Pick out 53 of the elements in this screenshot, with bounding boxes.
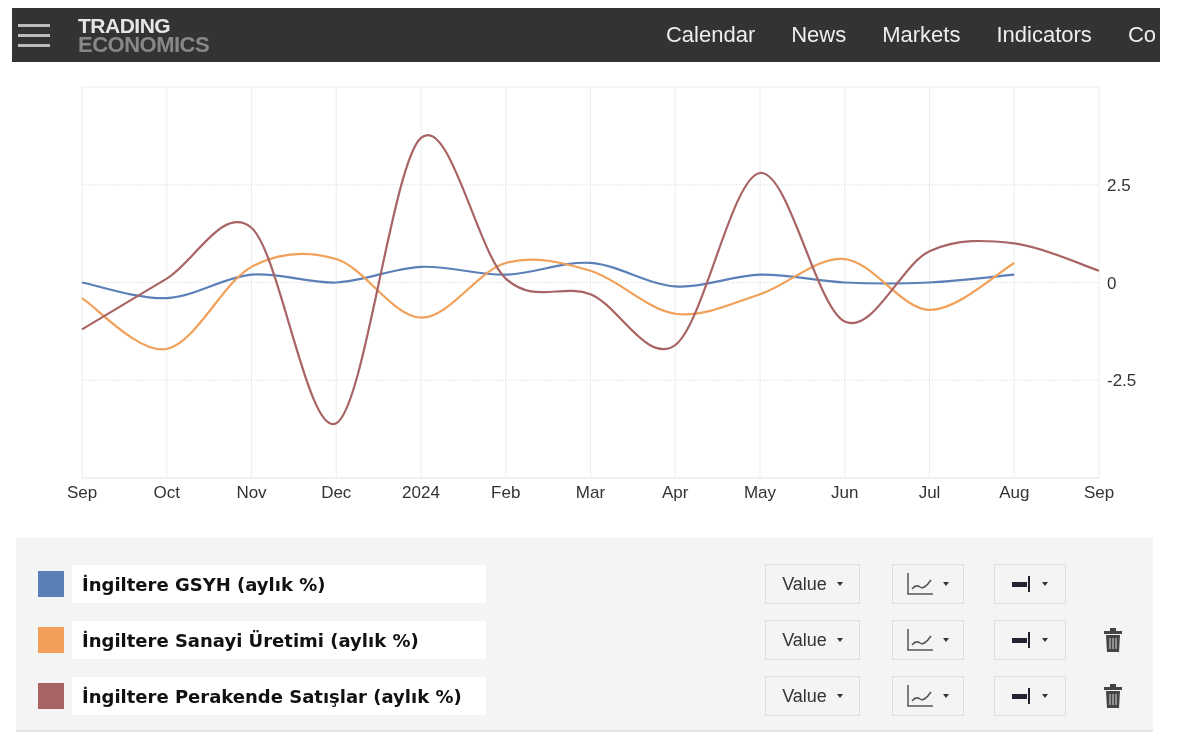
x-axis-label: Dec: [321, 483, 352, 502]
caret-icon: [1042, 638, 1048, 642]
x-axis-label: Nov: [236, 483, 267, 502]
logo-text[interactable]: TRADING: [78, 16, 210, 35]
caret-icon: [943, 638, 949, 642]
axis-side-icon: [1012, 688, 1032, 704]
axis-dropdown[interactable]: [994, 676, 1066, 716]
series-label: İngiltere Sanayi Üretimi (aylık %): [72, 621, 486, 659]
axis-side-icon: [1012, 576, 1032, 592]
x-axis-label: Jul: [918, 483, 941, 502]
nav-link[interactable]: Indicators: [996, 22, 1092, 48]
x-axis-label: Feb: [491, 483, 521, 502]
chart-type-dropdown[interactable]: [892, 564, 964, 604]
y-axis-label: 2.5: [1107, 175, 1131, 195]
value-dropdown[interactable]: Value: [765, 676, 860, 716]
caret-icon: [836, 582, 843, 586]
caret-icon: [943, 582, 949, 586]
x-axis-label: May: [743, 483, 777, 502]
menu-icon[interactable]: [18, 22, 50, 48]
line-chart-icon: [907, 573, 933, 595]
trash-icon[interactable]: [1104, 684, 1122, 708]
nav-link[interactable]: Markets: [882, 22, 961, 48]
caret-icon: [836, 638, 843, 642]
nav-link[interactable]: Co: [1127, 22, 1156, 48]
axis-dropdown[interactable]: [994, 620, 1066, 660]
x-axis-label: Mar: [575, 483, 606, 502]
logo-text[interactable]: ECONOMICS: [78, 35, 210, 54]
y-axis-label: 0: [1107, 273, 1117, 293]
caret-icon: [1042, 694, 1048, 698]
caret-icon: [1042, 582, 1048, 586]
x-axis-label: 2024: [402, 483, 440, 502]
chart-type-dropdown[interactable]: [892, 676, 964, 716]
x-axis-label: Oct: [153, 483, 180, 502]
value-dropdown[interactable]: Value: [765, 620, 860, 660]
x-axis-label: Jun: [831, 483, 859, 502]
axis-dropdown[interactable]: [994, 564, 1066, 604]
chart-type-dropdown[interactable]: [892, 620, 964, 660]
series-label: İngiltere Perakende Satışlar (aylık %): [72, 677, 486, 715]
series-label: İngiltere GSYH (aylık %): [72, 565, 486, 603]
caret-icon: [836, 694, 843, 698]
x-axis-label: Apr: [662, 483, 689, 502]
y-axis-label: -2.5: [1107, 371, 1137, 391]
x-axis-label: Aug: [999, 483, 1030, 502]
line-chart-icon: [907, 685, 933, 707]
x-axis-label: Sep: [1083, 483, 1115, 502]
line-chart-icon: [907, 629, 933, 651]
value-dropdown[interactable]: Value: [765, 564, 860, 604]
trash-icon[interactable]: [1104, 628, 1122, 652]
caret-icon: [943, 694, 949, 698]
axis-side-icon: [1012, 632, 1032, 648]
nav-link[interactable]: Calendar: [665, 22, 756, 48]
x-axis-label: Sep: [66, 483, 98, 502]
nav-link[interactable]: News: [791, 22, 847, 48]
